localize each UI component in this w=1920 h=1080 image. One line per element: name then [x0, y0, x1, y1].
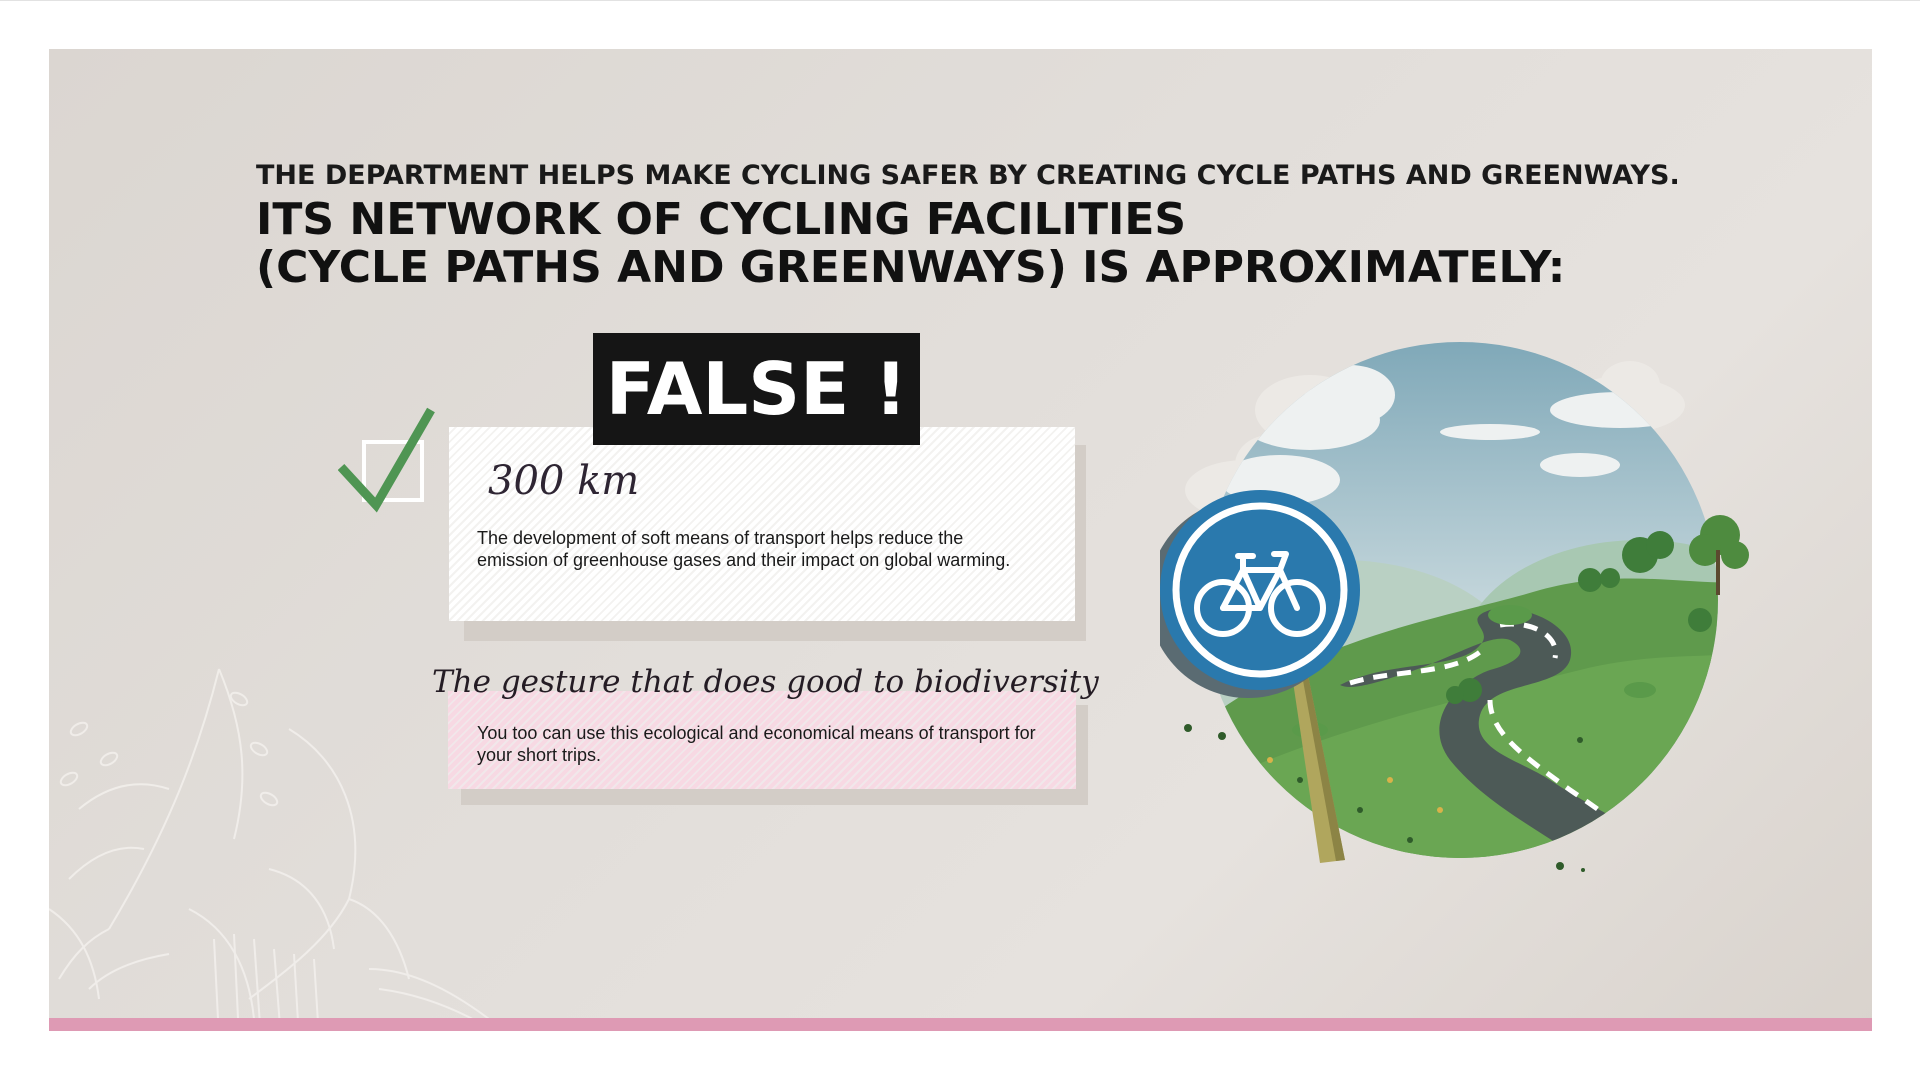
pink-accent-bar: [49, 1018, 1872, 1031]
cycle-path-landscape: [1160, 342, 1749, 872]
answer-explanation: The development of soft means of transpo…: [477, 528, 1011, 570]
top-border-line: [0, 0, 1920, 1]
question-line-1: ITS NETWORK OF CYCLING FACILITIES: [256, 194, 1187, 245]
check-mark-icon: [338, 407, 435, 513]
intro-statement: THE DEPARTMENT HELPS MAKE CYCLING SAFER …: [256, 160, 1680, 191]
verdict-badge: FALSE !: [593, 333, 920, 445]
tip-title: The gesture that does good to biodiversi…: [432, 664, 1099, 700]
question-line-2: (CYCLE PATHS AND GREENWAYS) IS APPROXIMA…: [256, 242, 1566, 293]
tip-text: You too can use this ecological and econ…: [477, 723, 1036, 765]
answer-card: [449, 427, 1075, 621]
answer-value: 300 km: [488, 458, 640, 504]
